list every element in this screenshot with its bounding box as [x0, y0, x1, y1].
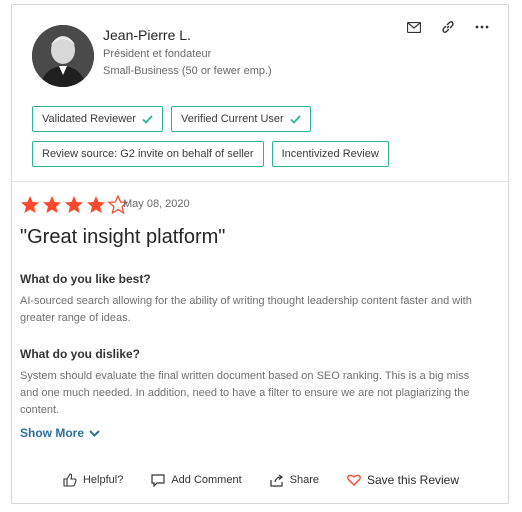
- dislike-answer: System should evaluate the final written…: [20, 370, 470, 416]
- badge-validated-reviewer: Validated Reviewer: [32, 106, 163, 132]
- star-filled-icon: [43, 196, 61, 213]
- badge-verified-current-user: Verified Current User: [170, 106, 311, 132]
- review-title: "Great insight platform": [20, 226, 226, 248]
- mail-icon[interactable]: [406, 19, 422, 35]
- show-more-link[interactable]: Show More: [20, 426, 100, 440]
- like-answer: AI-sourced search allowing for the abili…: [20, 295, 472, 324]
- badge-label: Incentivized Review: [281, 148, 379, 160]
- badge-label: Validated Reviewer: [42, 113, 136, 125]
- badge-review-source: Review source: G2 invite on behalf of se…: [32, 141, 264, 167]
- review-header: Jean-Pierre L. Président et fondateur Sm…: [12, 5, 508, 182]
- helpful-label: Helpful?: [82, 474, 124, 486]
- avatar: [32, 25, 94, 87]
- badge-incentivized-review: Incentivized Review: [271, 141, 389, 167]
- check-icon: [142, 114, 153, 124]
- share-icon: [270, 474, 283, 487]
- heart-icon: [347, 474, 361, 486]
- reviewer-title: Président et fondateur: [103, 48, 212, 60]
- share-button[interactable]: Share: [270, 474, 319, 487]
- save-review-button[interactable]: Save this Review: [347, 473, 459, 487]
- link-icon[interactable]: [440, 19, 456, 35]
- chevron-down-icon: [89, 429, 100, 437]
- review-actions-top: [406, 19, 490, 35]
- comment-icon: [151, 473, 165, 487]
- thumbs-up-icon: [63, 473, 77, 487]
- star-filled-icon: [21, 196, 39, 213]
- add-comment-button[interactable]: Add Comment: [151, 473, 242, 487]
- helpful-button[interactable]: Helpful?: [63, 473, 123, 487]
- save-review-label: Save this Review: [366, 473, 460, 487]
- review-footer-actions: Helpful? Add Comment Share Save this Rev…: [0, 465, 522, 495]
- more-horizontal-icon[interactable]: [474, 19, 490, 35]
- star-filled-icon: [65, 196, 83, 213]
- dislike-question: What do you dislike?: [20, 347, 141, 361]
- badge-label: Review source: G2 invite on behalf of se…: [42, 148, 254, 160]
- like-question: What do you like best?: [20, 272, 151, 286]
- star-filled-icon: [87, 196, 105, 213]
- share-label: Share: [289, 474, 319, 486]
- check-icon: [290, 114, 301, 124]
- reviewer-name: Jean-Pierre L.: [103, 27, 191, 43]
- reviewer-company-size: Small-Business (50 or fewer emp.): [103, 65, 272, 77]
- add-comment-label: Add Comment: [171, 474, 242, 486]
- show-more-label: Show More: [20, 426, 85, 440]
- avatar-photo: [32, 25, 94, 87]
- reviewer-badges: Validated Reviewer Verified Current User…: [32, 106, 492, 176]
- star-rating: [20, 195, 128, 214]
- review-date: May 08, 2020: [123, 198, 190, 210]
- badge-label: Verified Current User: [180, 113, 284, 125]
